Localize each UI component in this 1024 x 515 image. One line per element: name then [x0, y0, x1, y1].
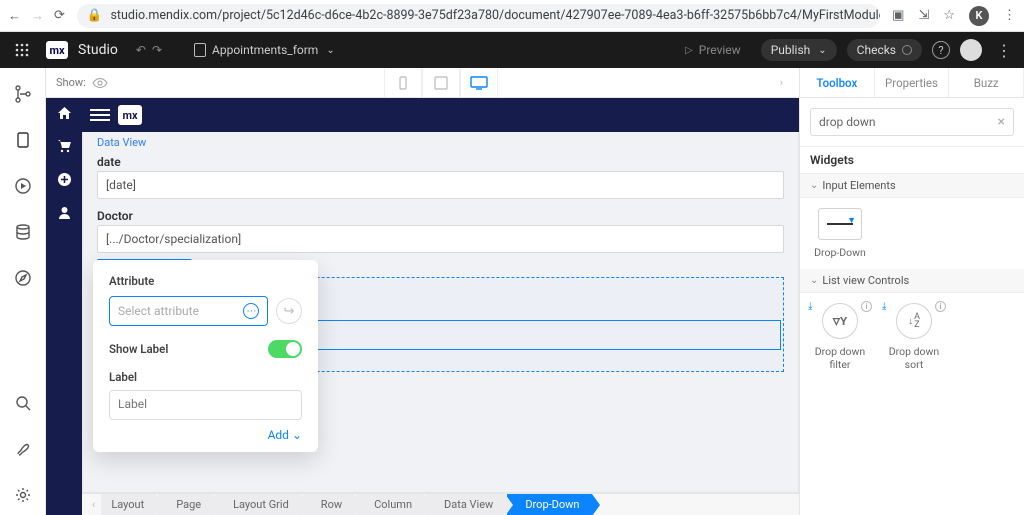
rail-compass-icon[interactable] — [0, 258, 46, 298]
left-rail — [0, 68, 46, 515]
expand-right-icon[interactable]: › — [774, 76, 789, 89]
preview-button[interactable]: Preview — [675, 39, 751, 61]
show-label-toggle[interactable] — [268, 340, 302, 358]
rail-search-icon[interactable] — [0, 383, 46, 423]
app-sidenav — [46, 98, 82, 515]
translate-icon[interactable]: ▣ — [892, 8, 904, 23]
widget-dropdown-sort[interactable]: ⤓ i ↓ AZ Drop down sort — [884, 303, 944, 371]
attribute-field-label: Attribute — [109, 274, 302, 288]
nav-add-icon[interactable] — [57, 172, 72, 191]
app-header: mx — [82, 98, 799, 132]
clear-search-icon[interactable]: × — [998, 114, 1005, 130]
form-canvas[interactable]: Data View date [date] Doctor [.../Doctor… — [82, 132, 799, 493]
doctor-label: Doctor — [97, 207, 784, 225]
app-logo: mx — [118, 105, 142, 125]
breadcrumb: ‹ Layout Page Layout Grid Row Column Dat… — [82, 493, 799, 515]
nav-cart-icon[interactable] — [57, 139, 72, 158]
studio-label: Studio — [78, 42, 118, 58]
browser-menu-icon[interactable]: ⋮ — [1003, 8, 1016, 23]
forward-icon[interactable]: → — [31, 8, 44, 24]
redo-icon[interactable]: ↷ — [152, 43, 162, 57]
install-icon[interactable]: ⇲ — [918, 8, 929, 23]
hamburger-icon[interactable] — [90, 105, 110, 125]
browser-chrome: ← → ⟳ 🔒 studio.mendix.com/project/5c12d4… — [0, 0, 1024, 32]
mendix-logo: mx — [46, 41, 68, 59]
date-input[interactable]: [date] — [97, 171, 784, 199]
goto-icon[interactable]: ↪ — [276, 298, 302, 324]
crumb-dataview[interactable]: Data View — [426, 494, 505, 515]
attribute-select[interactable]: Select attribute ⋯ — [109, 296, 268, 326]
device-subbar: Show: › — [46, 68, 799, 98]
lock-icon: 🔒 — [87, 8, 103, 23]
studio-topbar: mx Studio ↶ ↷ Appointments_form ⌄ Previe… — [0, 32, 1024, 68]
checks-status-icon — [902, 45, 912, 55]
download-icon: ⤓ — [808, 301, 812, 312]
show-label-label: Show Label — [109, 342, 168, 356]
crumb-layout[interactable]: Layout — [101, 494, 156, 515]
chevron-down-icon: ⌄ — [326, 45, 334, 56]
chevron-down-icon: ⌄ — [292, 428, 302, 442]
crumb-row[interactable]: Row — [303, 494, 354, 515]
undo-icon[interactable]: ↶ — [136, 43, 146, 57]
page-name: Appointments_form — [212, 43, 318, 57]
properties-popover: Attribute Select attribute ⋯ ↪ Show Labe… — [93, 260, 318, 452]
star-icon[interactable]: ☆ — [943, 8, 955, 23]
widget-dropdown-filter[interactable]: ⤓ i ▽Y Drop down filter — [810, 303, 870, 371]
widgets-header: Widgets — [800, 146, 1024, 174]
tab-properties[interactable]: Properties — [875, 68, 950, 97]
label-input[interactable]: Label — [109, 390, 302, 420]
rail-structure-icon[interactable] — [0, 74, 46, 114]
crumb-column[interactable]: Column — [356, 494, 424, 515]
rail-settings-icon[interactable] — [0, 475, 46, 515]
page-tab[interactable]: Appointments_form ⌄ — [184, 39, 345, 61]
data-view-label: Data View — [97, 132, 784, 153]
reload-icon[interactable]: ⟳ — [54, 8, 65, 24]
document-icon — [194, 43, 206, 57]
info-icon[interactable]: i — [861, 301, 872, 312]
doctor-input[interactable]: [.../Doctor/specialization] — [97, 225, 784, 253]
rail-play-icon[interactable] — [0, 166, 46, 206]
back-icon[interactable]: ← — [8, 8, 21, 24]
device-phone-icon[interactable] — [384, 69, 422, 97]
tab-buzz[interactable]: Buzz — [949, 68, 1024, 97]
app-switcher-icon[interactable] — [8, 43, 36, 57]
help-icon[interactable]: ? — [932, 41, 950, 59]
widget-dropdown[interactable]: ▼ Drop-Down — [810, 208, 870, 259]
tab-toolbox[interactable]: Toolbox — [800, 68, 875, 97]
url-bar[interactable]: 🔒 studio.mendix.com/project/5c12d46c-d6c… — [77, 4, 880, 28]
search-value: drop down — [819, 115, 876, 129]
browser-avatar[interactable]: K — [969, 6, 989, 26]
category-input-elements[interactable]: Input Elements — [800, 174, 1024, 198]
rail-brush-icon[interactable] — [0, 429, 46, 469]
device-desktop-icon[interactable] — [460, 69, 498, 97]
attribute-more-icon[interactable]: ⋯ — [243, 303, 259, 319]
crumb-dropdown[interactable]: Drop-Down — [507, 494, 591, 515]
info-icon[interactable]: i — [935, 301, 946, 312]
category-listview-controls[interactable]: List view Controls — [800, 269, 1024, 293]
checks-button[interactable]: Checks — [847, 39, 922, 61]
more-menu-icon[interactable]: ⋮ — [992, 41, 1016, 60]
rail-database-icon[interactable] — [0, 212, 46, 252]
crumb-page[interactable]: Page — [158, 494, 213, 515]
right-panel: Toolbox Properties Buzz drop down × Widg… — [799, 68, 1024, 515]
visibility-icon[interactable] — [92, 75, 108, 91]
url-text: studio.mendix.com/project/5c12d46c-d6ce-… — [110, 8, 880, 23]
browser-nav: ← → ⟳ — [8, 8, 65, 24]
date-label: date — [97, 153, 784, 171]
nav-home-icon[interactable] — [57, 106, 72, 125]
publish-button[interactable]: Publish — [761, 39, 837, 61]
user-avatar[interactable] — [960, 39, 982, 61]
toolbox-search[interactable]: drop down × — [810, 108, 1014, 136]
show-label: Show: — [56, 76, 86, 89]
crumb-layoutgrid[interactable]: Layout Grid — [215, 494, 301, 515]
download-icon: ⤓ — [882, 301, 886, 312]
breadcrumb-back-icon[interactable]: ‹ — [86, 498, 101, 511]
label-field-label: Label — [109, 370, 302, 384]
add-link[interactable]: Add ⌄ — [109, 428, 302, 442]
nav-user-icon[interactable] — [57, 205, 72, 224]
device-tablet-icon[interactable] — [422, 69, 460, 97]
rail-pages-icon[interactable] — [0, 120, 46, 160]
